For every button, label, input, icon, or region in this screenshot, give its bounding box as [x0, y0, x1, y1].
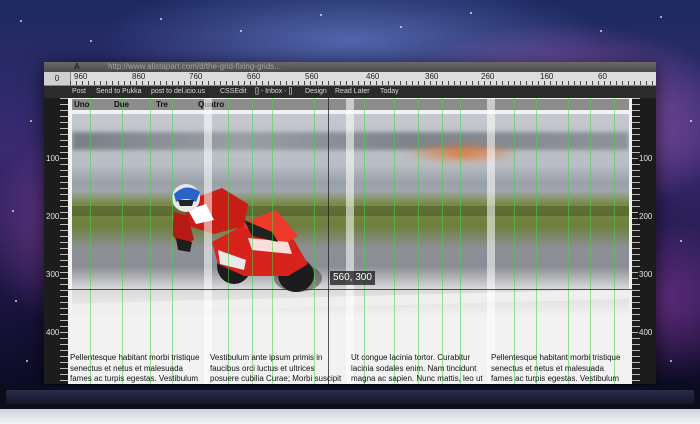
grid-guide-line	[418, 98, 419, 384]
grid-guide-line	[150, 98, 151, 384]
grid-guide-line	[568, 98, 569, 384]
grid-guide-line	[314, 98, 315, 384]
nav-item-tre[interactable]: Tre	[156, 99, 168, 110]
ruler-corner: 0	[44, 72, 71, 85]
grid-guide-line	[172, 98, 173, 384]
ruler-label-top: 260	[481, 72, 495, 81]
grid-guide-line	[394, 98, 395, 384]
motorcycle-rider-icon	[172, 184, 322, 292]
nav-item-uno[interactable]: Uno	[74, 99, 90, 110]
window-title: http://www.alistapart.com/d/the-grid-fix…	[108, 62, 281, 71]
ruler-ticks	[70, 72, 656, 85]
grid-guide-line	[514, 98, 515, 384]
bookmark-item[interactable]: [] - Inbox - []	[255, 86, 292, 97]
star	[240, 30, 242, 32]
bookmark-item[interactable]: Post	[72, 86, 86, 97]
star	[690, 120, 692, 122]
ruler-label-top: 660	[247, 72, 261, 81]
browser-window: A http://www.alistapart.com/d/the-grid-f…	[44, 62, 656, 384]
bookmark-item[interactable]: Send to Pukka	[96, 86, 142, 97]
ruler-label-right: 100	[638, 154, 654, 163]
grid-column-gutter	[204, 98, 212, 384]
grid-guide-line	[590, 98, 591, 384]
text-column-2: Vestibulum ante ipsum primis in faucibus…	[210, 353, 342, 384]
grid-guide-line	[228, 98, 229, 384]
ruler-label-top: 360	[425, 72, 439, 81]
ruler-label-left: 300	[45, 270, 61, 279]
star	[400, 26, 402, 28]
star	[320, 14, 322, 16]
ruler-label-right: 200	[638, 212, 654, 221]
web-page-content: Uno Due Tre Quatro	[68, 98, 632, 384]
bookmarks-bar: Post Send to Pukka post to del.icio.us C…	[44, 86, 656, 98]
crosshair-horizontal	[68, 289, 632, 290]
ruler-label-left: 400	[45, 328, 61, 337]
star	[30, 120, 32, 122]
ruler-label-left: 100	[45, 154, 61, 163]
bookmark-item[interactable]: post to del.icio.us	[151, 86, 205, 97]
bookmark-item[interactable]: Design	[305, 86, 327, 97]
grid-guide-line	[122, 98, 123, 384]
background-blur	[402, 142, 522, 164]
coordinate-readout: 560, 300	[330, 271, 375, 285]
horizontal-ruler[interactable]: 0 960 860 760 660 560 460 360 260 160 60	[44, 72, 656, 86]
star	[680, 240, 682, 242]
star	[660, 16, 662, 18]
ruler-label-left: 200	[45, 212, 61, 221]
star	[26, 360, 28, 362]
ruler-label-top: 560	[305, 72, 319, 81]
ruler-label-top: 860	[132, 72, 146, 81]
bookmark-item[interactable]: Today	[380, 86, 399, 97]
tab-marker[interactable]: A	[74, 62, 80, 72]
grid-guide-line	[272, 98, 273, 384]
grid-guide-line	[442, 98, 443, 384]
star	[90, 40, 92, 42]
ruler-label-top: 960	[74, 72, 88, 81]
ruler-label-right: 300	[638, 270, 654, 279]
window-title-bar: A http://www.alistapart.com/d/the-grid-f…	[44, 62, 656, 72]
grid-column-gutter	[487, 98, 495, 384]
ruler-label-top: 460	[366, 72, 380, 81]
star	[12, 210, 14, 212]
star	[470, 12, 472, 14]
star	[600, 30, 602, 32]
ruler-label-top: 760	[189, 72, 203, 81]
star	[670, 360, 672, 362]
star	[15, 300, 17, 302]
grid-column-gutter	[346, 98, 354, 384]
vertical-ruler-right[interactable]: 100 200 300 400	[632, 98, 656, 384]
text-column-3: Ut congue lacinia tortor. Curabitur laci…	[351, 353, 483, 384]
ruler-label-top: 60	[598, 72, 607, 81]
grid-guide-line	[90, 98, 91, 384]
bookmark-item[interactable]: Read Later	[335, 86, 370, 97]
grid-guide-line	[460, 98, 461, 384]
dock-shelf	[6, 390, 694, 404]
star	[20, 20, 22, 22]
screen-frame-bottom	[0, 386, 700, 424]
crosshair-vertical	[328, 98, 329, 384]
text-column-4: Pellentesque habitant morbi tristique se…	[491, 353, 621, 384]
grid-guide-line	[364, 98, 365, 384]
bookmark-item[interactable]: CSSEdit	[220, 86, 246, 97]
grid-guide-line	[536, 98, 537, 384]
star	[160, 18, 162, 20]
grid-guide-line	[252, 98, 253, 384]
ruler-label-right: 400	[638, 328, 654, 337]
ruler-label-top: 160	[540, 72, 554, 81]
grid-guide-line	[614, 98, 615, 384]
text-column-1: Pellentesque habitant morbi tristique se…	[70, 353, 200, 384]
vertical-ruler-left[interactable]: 100 200 300 400	[44, 98, 68, 384]
